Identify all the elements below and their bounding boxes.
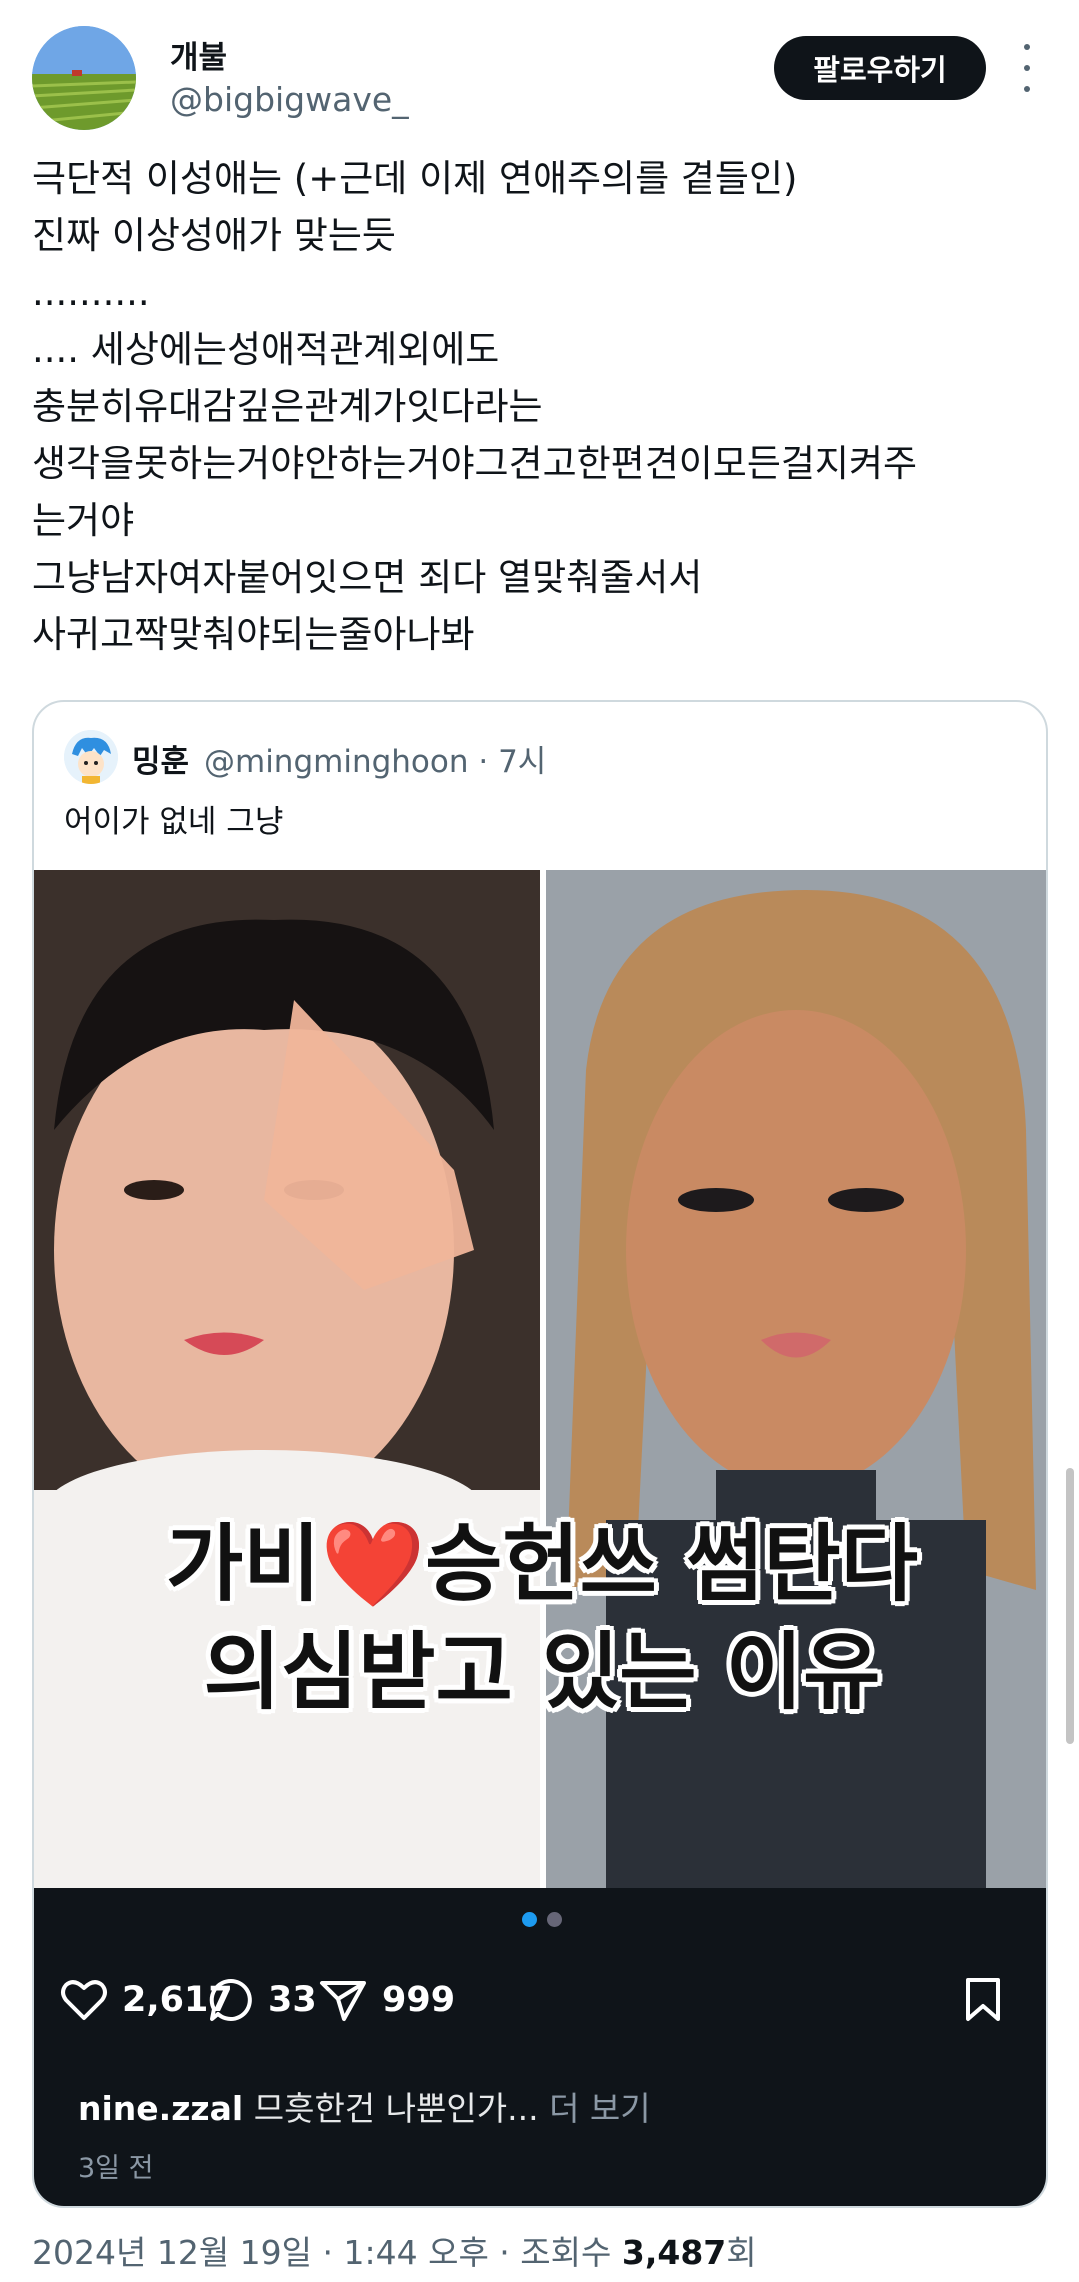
view-suffix: 회 xyxy=(726,2233,757,2272)
author-avatar[interactable] xyxy=(32,26,136,130)
post-caption-text: 므흣한건 나뿐인가... xyxy=(253,2089,539,2128)
caption-text-part: 승헌쓰 썸탄다 xyxy=(425,1515,919,1613)
carousel-dot[interactable] xyxy=(547,1912,562,1927)
share-count: 999 xyxy=(382,1980,456,2020)
share-action[interactable]: 999 xyxy=(318,1970,455,2030)
media-action-bar: 2,617 33 999 xyxy=(34,1960,1046,2040)
post-username[interactable]: nine.zzal xyxy=(78,2089,243,2128)
tweet-line: 생각을못하는거야안하는거야그견고한편견이모든걸지켜주 xyxy=(32,442,918,485)
send-icon xyxy=(320,1981,366,2021)
post-caption: nine.zzal 므흣한건 나뿐인가... 더 보기 xyxy=(78,2082,651,2130)
quoted-tweet-header: 밍훈 @mingminghoon · 7시 어이가 없네 그냥 xyxy=(34,702,1046,870)
photo-right-person xyxy=(546,870,1046,1888)
scrollbar-thumb[interactable] xyxy=(1066,1468,1074,1744)
comment-bubble-icon xyxy=(209,1978,252,2021)
media-photo: 가비❤️승헌쓰 썸탄다 의심받고 있는 이유 xyxy=(34,870,1046,1888)
tweet-text: 극단적 이성애는 (+근데 이제 연애주의를 곁들인) 진짜 이상성애가 맞는듯… xyxy=(32,150,1052,663)
tweet-meta: 2024년 12월 19일 · 1:44 오후 · 조회수 3,487회 xyxy=(32,2226,757,2274)
heart-emoji-icon: ❤️ xyxy=(320,1515,426,1613)
quoted-author-avatar xyxy=(64,730,118,784)
see-more-link[interactable]: 더 보기 xyxy=(549,2089,651,2128)
tweet-line: .... 세상에는성애적관계외에도 xyxy=(32,328,500,371)
comment-count: 33 xyxy=(268,1980,317,2020)
carousel-dot-active[interactable] xyxy=(522,1912,537,1927)
author-display-name[interactable]: 개불 xyxy=(170,32,227,77)
author-handle[interactable]: @bigbigwave_ xyxy=(170,80,409,119)
quoted-author-name: 밍훈 xyxy=(132,744,190,780)
post-age: 3일 전 xyxy=(78,2153,154,2184)
tweet-header: 개불 @bigbigwave_ 팔로우하기 xyxy=(0,0,1079,150)
tweet-line: 그냥남자여자붙어잇으면 죄다 열맞춰줄서서 xyxy=(32,556,703,599)
quoted-author-handle: @mingminghoon xyxy=(204,744,469,780)
like-action[interactable]: 2,617 xyxy=(60,1970,233,2030)
tweet-timestamp[interactable]: 2024년 12월 19일 · 1:44 오후 · 조회수 xyxy=(32,2233,622,2272)
more-options-icon[interactable] xyxy=(1012,44,1042,92)
quoted-tweet-text: 어이가 없네 그냥 xyxy=(64,804,284,840)
media-caption-overlay: 가비❤️승헌쓰 썸탄다 의심받고 있는 이유 xyxy=(34,1510,1046,1726)
caption-text-part: 가비 xyxy=(165,1515,321,1613)
follow-button[interactable]: 팔로우하기 xyxy=(774,36,986,100)
carousel-indicator xyxy=(34,1912,1046,1928)
tweet-line: 사귀고짝맞춰야되는줄아나봐 xyxy=(32,613,475,656)
save-action[interactable] xyxy=(964,1970,1016,2030)
photo-left-person xyxy=(34,870,540,1888)
tweet-line: 극단적 이성애는 (+근데 이제 연애주의를 곁들인) xyxy=(32,157,798,200)
bookmark-icon xyxy=(966,1978,1000,2021)
tweet-line: 충분히유대감깊은관계가잇다라는 xyxy=(32,385,543,428)
quoted-author-handle-time: @mingminghoon · 7시 xyxy=(204,736,546,781)
tweet-line: 는거야 xyxy=(32,499,135,542)
tweet-line: 진짜 이상성애가 맞는듯 xyxy=(32,214,396,257)
quoted-media[interactable]: 가비❤️승헌쓰 썸탄다 의심받고 있는 이유 2,617 33 999 nine… xyxy=(34,870,1046,2206)
tweet-line: .......... xyxy=(32,271,150,314)
view-count: 3,487 xyxy=(621,2233,727,2272)
comment-action[interactable]: 33 xyxy=(208,1970,317,2030)
quoted-time: · 7시 xyxy=(478,744,547,780)
quoted-tweet-card[interactable]: 밍훈 @mingminghoon · 7시 어이가 없네 그냥 가비❤️승헌쓰 … xyxy=(32,700,1048,2208)
caption-text-line2: 의심받고 있는 이유 xyxy=(203,1623,881,1721)
heart-outline-icon xyxy=(61,1980,107,2020)
